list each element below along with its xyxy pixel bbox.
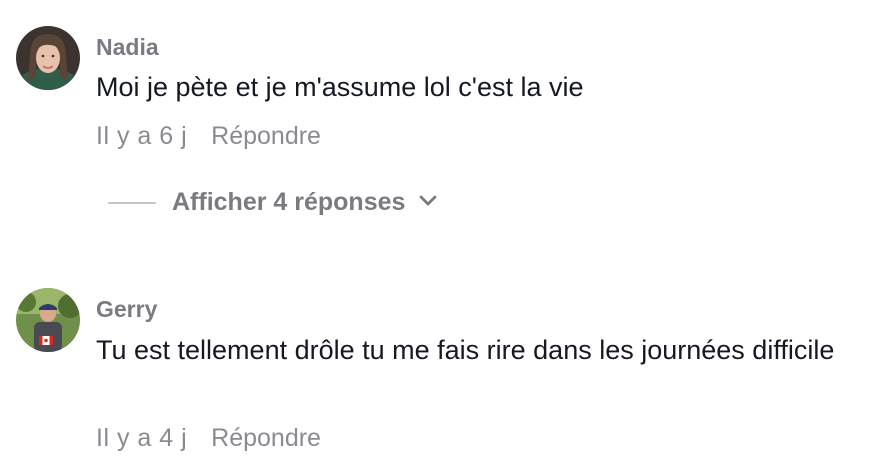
avatar[interactable] [16, 26, 80, 90]
comment-meta: Il y a 6 j Répondre [96, 122, 321, 151]
view-replies-label: Afficher 4 réponses [172, 188, 406, 216]
avatar-image [16, 26, 80, 90]
comment-username[interactable]: Gerry [96, 296, 157, 323]
comment-timestamp: Il y a 6 j [96, 122, 188, 150]
avatar[interactable] [16, 288, 80, 352]
comment-meta: Il y a 4 j Répondre [96, 424, 321, 453]
comment-username[interactable]: Nadia [96, 34, 159, 61]
reply-button[interactable]: Répondre [211, 424, 321, 453]
reply-button[interactable]: Répondre [211, 122, 321, 151]
comment-text: Tu est tellement drôle tu me fais rire d… [96, 335, 835, 365]
view-replies-button[interactable]: Afficher 4 réponses [108, 188, 437, 217]
avatar-image [16, 288, 80, 352]
replies-divider [108, 201, 156, 204]
comment-text: Moi je pète et je m'assume lol c'est la … [96, 72, 584, 102]
chevron-down-icon [419, 194, 437, 212]
comment-timestamp: Il y a 4 j [96, 424, 188, 452]
